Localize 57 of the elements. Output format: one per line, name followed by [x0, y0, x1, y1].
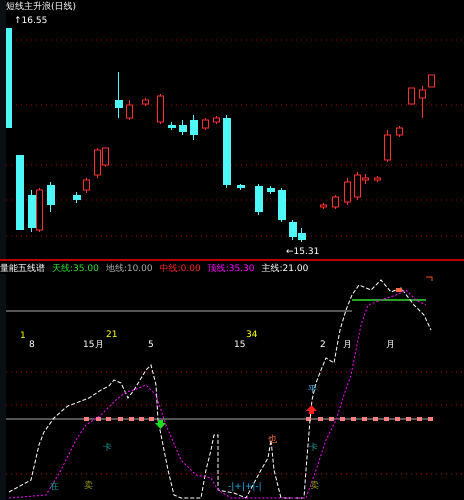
candle: [320, 202, 327, 210]
high-price-label: ↑16.55: [14, 16, 48, 26]
candle: [83, 178, 90, 194]
signal-label: 卡: [309, 443, 318, 454]
corner-icon: [426, 276, 432, 282]
up-arrow-icon: [306, 405, 317, 414]
signal-label: 21: [106, 330, 118, 340]
candle: [168, 122, 176, 130]
candle: [213, 116, 220, 124]
indicator-value: 量能五线谱: [0, 262, 45, 275]
signal-label: 月: [386, 340, 395, 350]
chart-title: 短线主升浪(日线): [6, 2, 76, 12]
signal-label: 卡: [103, 443, 112, 454]
indicator-value: 地线:10.00: [106, 262, 153, 275]
indicator-value: 中线:0.00: [160, 262, 201, 275]
candle: [255, 184, 263, 216]
candle: [267, 186, 275, 194]
candle: [157, 94, 164, 124]
marker-icon: [396, 288, 402, 292]
candle: [47, 182, 55, 212]
candle: [408, 88, 415, 104]
signal-label: 15: [83, 340, 94, 350]
candle: [278, 188, 286, 222]
candle: [202, 118, 209, 130]
candle: [142, 98, 149, 106]
signal-label: 平: [308, 385, 317, 396]
candle: [374, 176, 381, 182]
signal-label: 15: [234, 340, 246, 350]
indicator-value: 顶线:35.30: [208, 262, 255, 275]
candle: [344, 178, 351, 206]
signal-label: 2: [320, 340, 326, 350]
signal-label: 卖: [84, 481, 93, 492]
candle: [428, 74, 435, 88]
signal-label: -|+|+|-|: [228, 482, 262, 492]
signal-label: 8: [29, 340, 35, 350]
signal-label: 也: [268, 435, 277, 446]
signal-label: 月: [343, 340, 352, 350]
low-price-label: ←15.31: [286, 247, 320, 257]
signal-label: 在: [50, 482, 59, 492]
candle: [73, 192, 81, 204]
candle: [190, 114, 198, 140]
candle: [237, 184, 245, 190]
down-arrow-icon: [155, 420, 166, 430]
candle: [332, 194, 339, 210]
indicator-value: 天线:35.00: [52, 262, 99, 275]
candle: [384, 130, 391, 162]
signal-label: 月: [95, 340, 104, 350]
candle: [179, 120, 187, 136]
indicator-value: 主线:21.00: [262, 262, 308, 275]
candle: [115, 72, 123, 118]
signal-label: 1: [20, 331, 26, 342]
candle: [396, 126, 403, 138]
candle: [126, 100, 133, 120]
signal-label: 5: [148, 340, 154, 350]
signal-label: 34: [246, 330, 258, 340]
signal-label: 卖: [310, 481, 319, 492]
candle: [419, 86, 426, 118]
